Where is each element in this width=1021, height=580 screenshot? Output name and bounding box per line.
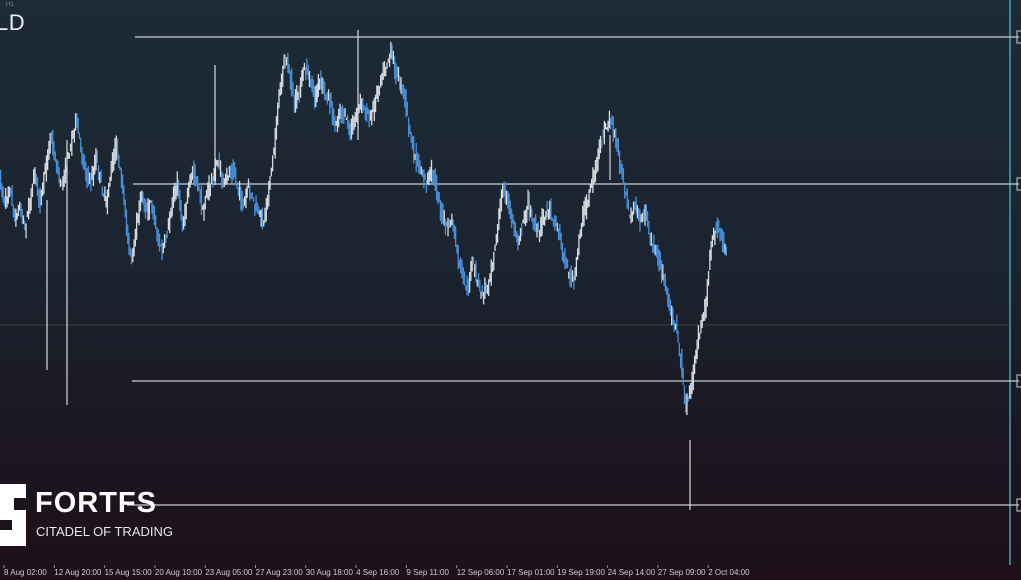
grid-layer	[0, 0, 1011, 565]
x-tick-label: 12 Sep 06:00	[457, 568, 505, 577]
x-tick-label: 27 Sep 09:00	[658, 568, 706, 577]
x-tick-label: 20 Aug 10:00	[155, 568, 203, 577]
brand-tagline: CITADEL OF TRADING	[36, 524, 173, 539]
x-tick-label: 8 Aug 02:00	[4, 568, 47, 577]
x-tick-label: 30 Aug 18:00	[306, 568, 354, 577]
x-tick-label: 17 Sep 01:00	[507, 568, 555, 577]
x-tick-label: 4 Sep 16:00	[356, 568, 400, 577]
fortfs-logo-icon	[0, 484, 26, 546]
x-tick-label: 12 Aug 20:00	[54, 568, 102, 577]
x-tick-label: 24 Sep 14:00	[608, 568, 656, 577]
bars-layer	[0, 30, 728, 510]
x-tick-label: 23 Aug 05:00	[205, 568, 253, 577]
time-axis: 8 Aug 02:00 12 Aug 20:00 15 Aug 15:00 20 Au…	[3, 565, 750, 577]
brand-name: FORTFS	[35, 487, 157, 519]
timeframe-label: H1	[6, 2, 14, 8]
symbol-title: LD	[0, 10, 26, 35]
x-tick-label: 15 Aug 15:00	[105, 568, 153, 577]
x-tick-label: 2 Oct 04:00	[708, 568, 750, 577]
x-tick-label: 27 Aug 23:00	[256, 568, 304, 577]
x-tick-label: 19 Sep 19:00	[557, 568, 605, 577]
levels-layer[interactable]	[127, 30, 1021, 512]
x-tick-label: 9 Sep 11:00	[406, 568, 449, 577]
